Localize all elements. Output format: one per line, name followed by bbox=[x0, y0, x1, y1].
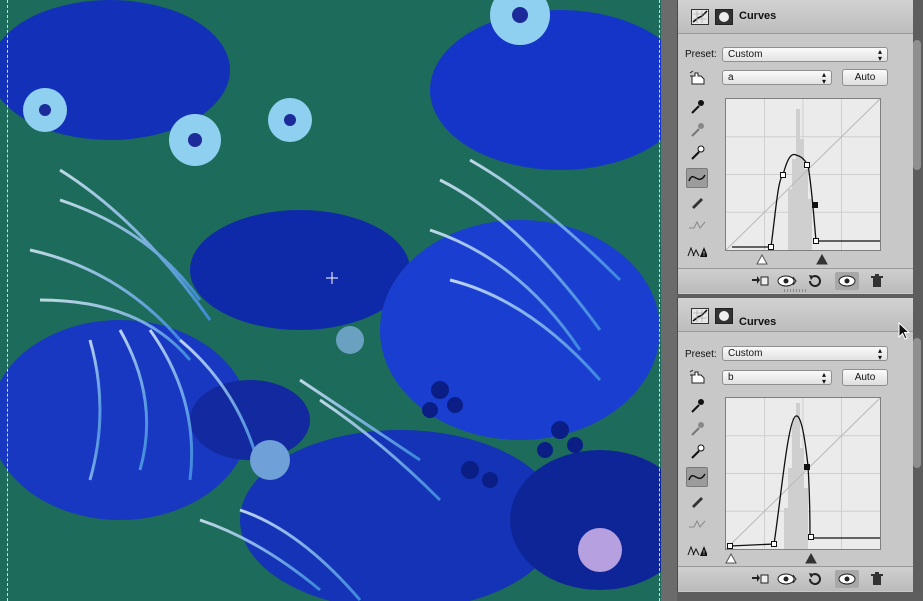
preset-label: Preset: bbox=[685, 49, 717, 60]
eyedropper-black-point-icon[interactable] bbox=[686, 97, 708, 117]
eyedropper-black-point-icon[interactable] bbox=[686, 396, 708, 416]
curves-properties-panel-b: Curves Preset: Custom ▴ ▾ b ▴ ▾ Auto ! bbox=[677, 298, 914, 592]
on-image-adjust-hand-icon[interactable] bbox=[687, 367, 709, 387]
panel-title: Curves bbox=[739, 316, 777, 328]
reset-icon[interactable] bbox=[802, 570, 826, 588]
floral-artwork bbox=[0, 0, 661, 601]
input-slider[interactable] bbox=[725, 253, 881, 265]
visibility-eye-icon[interactable] bbox=[835, 272, 859, 290]
layer-mask-icon[interactable] bbox=[713, 306, 735, 326]
layer-mask-icon[interactable] bbox=[713, 7, 735, 27]
curve-points-icon[interactable] bbox=[686, 168, 708, 188]
reset-icon[interactable] bbox=[802, 272, 826, 290]
curve-point[interactable] bbox=[771, 541, 777, 547]
trash-icon[interactable] bbox=[865, 272, 889, 290]
channel-select[interactable]: b ▴ ▾ bbox=[722, 370, 832, 386]
select-arrows-icon: ▴ ▾ bbox=[877, 47, 882, 63]
eyedropper-white-point-icon[interactable] bbox=[686, 143, 708, 163]
curves-graph[interactable] bbox=[725, 397, 881, 550]
scroll-thumb[interactable] bbox=[913, 338, 921, 468]
preset-select[interactable]: Custom ▴ ▾ bbox=[722, 346, 888, 362]
channel-value: b bbox=[728, 372, 734, 383]
eyedropper-gray-point-icon[interactable] bbox=[686, 120, 708, 140]
pencil-icon[interactable] bbox=[686, 491, 708, 511]
auto-button[interactable]: Auto bbox=[842, 369, 888, 386]
black-point-slider-icon bbox=[756, 253, 768, 265]
svg-text:!: ! bbox=[703, 251, 705, 258]
on-image-adjust-hand-icon[interactable] bbox=[687, 68, 709, 88]
curves-graph[interactable] bbox=[725, 98, 881, 251]
curve-point[interactable] bbox=[804, 162, 810, 168]
smooth-icon[interactable] bbox=[686, 514, 708, 534]
eye-previous-state-icon[interactable] bbox=[775, 570, 799, 588]
panel-scrollbar-a[interactable] bbox=[913, 0, 923, 294]
scroll-thumb[interactable] bbox=[913, 40, 921, 170]
eyedropper-gray-point-icon[interactable] bbox=[686, 419, 708, 439]
curves-plot[interactable] bbox=[725, 98, 881, 251]
eye-previous-state-icon[interactable] bbox=[775, 272, 799, 290]
panel-footer bbox=[678, 566, 914, 591]
histogram bbox=[784, 403, 808, 549]
curves-adjustment-icon[interactable] bbox=[689, 7, 711, 27]
curves-plot[interactable] bbox=[725, 397, 881, 550]
clipping-warning-icon[interactable]: ! bbox=[686, 241, 708, 261]
mouse-pointer-icon bbox=[898, 322, 910, 340]
curve-point[interactable] bbox=[808, 534, 814, 540]
select-arrows-icon: ▴ ▾ bbox=[821, 370, 826, 386]
selection-marquee-right bbox=[659, 0, 660, 601]
preset-value: Custom bbox=[728, 348, 763, 359]
input-slider[interactable] bbox=[725, 552, 881, 564]
channel-select[interactable]: a ▴ ▾ bbox=[722, 70, 832, 86]
curve-point[interactable] bbox=[780, 172, 786, 178]
panel-header: Curves bbox=[678, 298, 914, 332]
panel-title: Curves bbox=[739, 10, 777, 22]
smooth-icon[interactable] bbox=[686, 215, 708, 235]
clip-to-layer-icon[interactable] bbox=[748, 570, 772, 588]
curves-properties-panel-a: Curves Preset: Custom ▴ ▾ a ▴ ▾ Auto ! bbox=[677, 0, 914, 294]
preset-select[interactable]: Custom ▴ ▾ bbox=[722, 47, 888, 63]
panel-scrollbar-b[interactable] bbox=[913, 298, 923, 592]
white-point-slider-icon bbox=[805, 552, 817, 564]
curve-point-selected[interactable] bbox=[804, 464, 810, 470]
curve-point[interactable] bbox=[768, 244, 774, 250]
selection-marquee-left bbox=[7, 0, 8, 601]
clip-to-layer-icon[interactable] bbox=[748, 272, 772, 290]
select-arrows-icon: ▴ ▾ bbox=[877, 346, 882, 362]
panel-gutter bbox=[661, 0, 677, 601]
black-point-slider-icon bbox=[725, 552, 737, 564]
curve-point[interactable] bbox=[727, 543, 733, 549]
image-canvas[interactable] bbox=[0, 0, 661, 601]
svg-text:!: ! bbox=[703, 550, 705, 557]
select-arrows-icon: ▴ ▾ bbox=[821, 70, 826, 86]
curve-points-icon[interactable] bbox=[686, 467, 708, 487]
curve-point[interactable] bbox=[813, 238, 819, 244]
pencil-icon[interactable] bbox=[686, 192, 708, 212]
curve-point-selected[interactable] bbox=[812, 202, 818, 208]
eyedropper-white-point-icon[interactable] bbox=[686, 442, 708, 462]
channel-value: a bbox=[728, 72, 734, 83]
clipping-warning-icon[interactable]: ! bbox=[686, 540, 708, 560]
panel-header: Curves bbox=[678, 0, 914, 34]
preset-label: Preset: bbox=[685, 349, 717, 360]
trash-icon[interactable] bbox=[865, 570, 889, 588]
visibility-eye-icon[interactable] bbox=[835, 570, 859, 588]
histogram bbox=[788, 109, 812, 250]
white-point-slider-icon bbox=[816, 253, 828, 265]
preset-value: Custom bbox=[728, 49, 763, 60]
auto-button[interactable]: Auto bbox=[842, 69, 888, 86]
panel-resize-grip[interactable] bbox=[784, 289, 806, 292]
curves-adjustment-icon[interactable] bbox=[689, 306, 711, 326]
